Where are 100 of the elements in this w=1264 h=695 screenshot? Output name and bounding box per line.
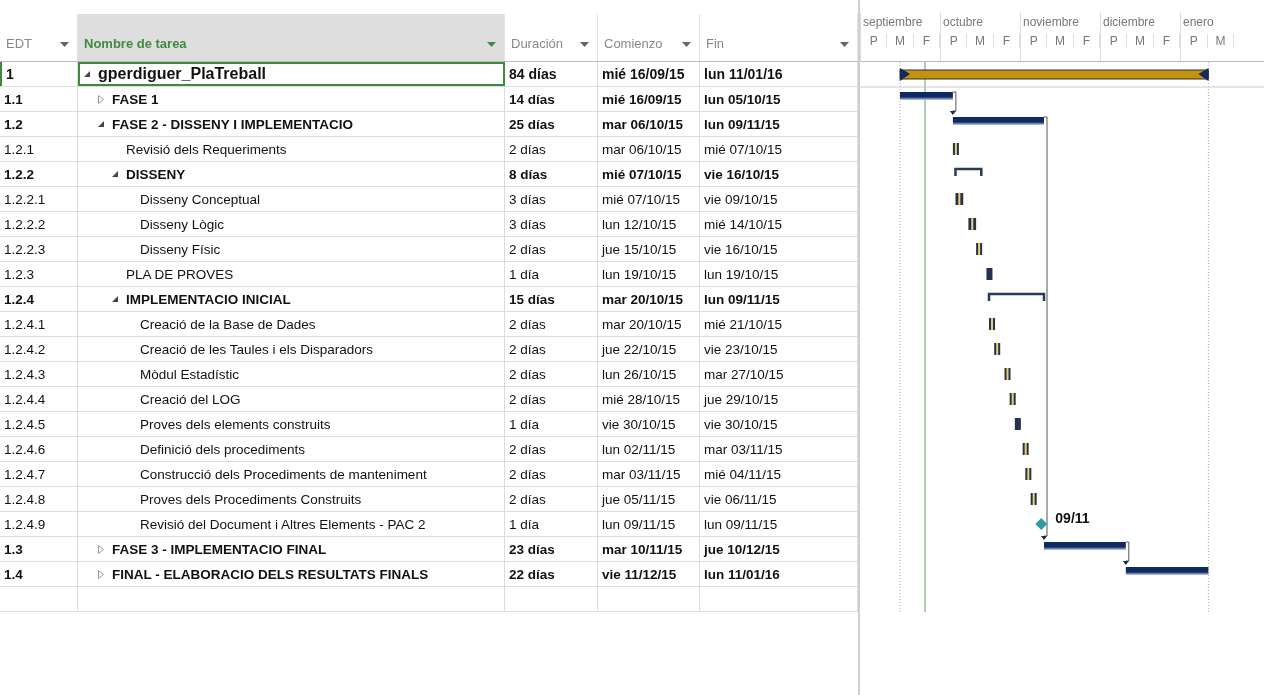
group-bracket[interactable] <box>987 292 1046 301</box>
period-label: M <box>1127 34 1154 48</box>
task-name-cell[interactable]: Proves dels elements construits <box>78 412 505 436</box>
group-bracket[interactable] <box>954 167 983 176</box>
table-cell: 8 días <box>505 162 598 186</box>
task-bar[interactable] <box>1009 393 1016 405</box>
milestone-diamond[interactable] <box>1035 518 1048 530</box>
table-cell: 1 día <box>505 412 598 436</box>
task-name-cell[interactable]: FASE 3 - IMPLEMENTACIO FINAL <box>78 537 505 561</box>
table-cell: 22 días <box>505 562 598 586</box>
task-name: Creació del LOG <box>140 391 241 407</box>
table-cell: mar 20/10/15 <box>598 287 700 311</box>
summary-bar[interactable] <box>1125 567 1209 575</box>
table-cell: lun 26/10/15 <box>598 362 700 386</box>
period-label: P <box>1021 34 1048 48</box>
table-cell: jue 05/11/15 <box>598 487 700 511</box>
task-name-cell[interactable]: Construcció dels Procediments de manteniment <box>78 462 505 486</box>
task-name: Mòdul Estadístic <box>140 366 240 382</box>
table-cell: 14 días <box>505 87 598 111</box>
task-name-cell[interactable]: Creació de les Taules i els Disparadors <box>78 337 505 361</box>
table-cell: 3 días <box>505 187 598 211</box>
task-name: gperdiguer_PlaTreball <box>98 65 267 83</box>
task-name-cell[interactable]: gperdiguer_PlaTreball <box>78 62 505 86</box>
task-name: Disseny Lògic <box>140 216 225 232</box>
task-name-cell[interactable]: Creació del LOG <box>78 387 505 411</box>
task-bar[interactable] <box>994 343 1001 355</box>
period-label: F <box>993 34 1020 48</box>
collapse-icon[interactable] <box>84 71 90 77</box>
period-label: P <box>941 34 968 48</box>
task-name-cell[interactable]: DISSENY <box>78 162 505 186</box>
column-header[interactable]: Duración <box>505 14 598 61</box>
table-cell: 23 días <box>505 537 598 561</box>
task-name-cell[interactable]: Disseny Físic <box>78 237 505 261</box>
summary-bar[interactable] <box>900 92 953 100</box>
task-name-cell[interactable]: FINAL - ELABORACIO DELS RESULTATS FINALS <box>78 562 505 586</box>
table-cell: 1.2.4.8 <box>0 487 78 511</box>
task-name-cell[interactable]: Disseny Lògic <box>78 212 505 236</box>
task-bar[interactable] <box>1004 368 1011 380</box>
table-cell: 2 días <box>505 137 598 161</box>
task-bar[interactable] <box>968 218 977 230</box>
dropdown-icon[interactable] <box>60 42 69 48</box>
table-cell: 1.2.4.1 <box>0 312 78 336</box>
task-name: IMPLEMENTACIO INICIAL <box>126 291 291 307</box>
summary-bar[interactable] <box>952 117 1044 125</box>
task-name-cell[interactable]: Disseny Conceptual <box>78 187 505 211</box>
task-bar[interactable] <box>952 143 959 155</box>
task-bar[interactable] <box>976 243 983 255</box>
dropdown-icon[interactable] <box>487 42 496 48</box>
task-name-cell[interactable]: Creació de la Base de Dades <box>78 312 505 336</box>
dropdown-icon[interactable] <box>682 42 691 48</box>
task-name-cell[interactable]: FASE 2 - DISSENY I IMPLEMENTACIO <box>78 112 505 136</box>
table-cell: 1.2.4.5 <box>0 412 78 436</box>
task-name-cell[interactable]: FASE 1 <box>78 87 505 111</box>
table-cell: lun 19/10/15 <box>598 262 700 286</box>
table-cell: 1.2.2.3 <box>0 237 78 261</box>
project-summary-bar[interactable] <box>899 68 1209 81</box>
task-name: Proves dels elements construits <box>140 416 331 432</box>
table-cell: 1.2.4.4 <box>0 387 78 411</box>
task-name: DISSENY <box>126 166 186 182</box>
task-name-cell[interactable]: Revisió dels Requeriments <box>78 137 505 161</box>
table-cell: 1.3 <box>0 537 78 561</box>
task-bar[interactable] <box>1022 443 1029 455</box>
connector-arrow <box>1122 541 1130 565</box>
table-cell: 25 días <box>505 112 598 136</box>
task-name-cell[interactable]: Definició dels procediments <box>78 437 505 461</box>
collapse-icon[interactable] <box>112 296 118 302</box>
table-cell: 1.4 <box>0 562 78 586</box>
expand-icon[interactable] <box>98 94 104 104</box>
task-bar[interactable] <box>986 268 993 280</box>
task-name: Creació de la Base de Dades <box>140 316 316 332</box>
task-bar[interactable] <box>1025 468 1032 480</box>
table-cell: mié 16/09/15 <box>598 62 700 86</box>
table-cell: 1 día <box>505 512 598 536</box>
task-bar[interactable] <box>989 318 996 330</box>
period-label: M <box>887 34 914 48</box>
collapse-icon[interactable] <box>112 171 118 177</box>
table-cell: lun 12/10/15 <box>598 212 700 236</box>
collapse-icon[interactable] <box>98 121 104 127</box>
task-name-cell[interactable]: IMPLEMENTACIO INICIAL <box>78 287 505 311</box>
task-name-cell[interactable]: Revisió del Document i Altres Elements - PAC 2 <box>78 512 505 536</box>
dropdown-icon[interactable] <box>840 42 849 48</box>
task-bar[interactable] <box>1030 493 1037 505</box>
dropdown-icon[interactable] <box>580 42 589 48</box>
task-name: Construcció dels Procediments de manteniment <box>140 466 427 482</box>
period-label: F <box>913 34 940 48</box>
task-name-cell[interactable]: Proves dels Procediments Construits <box>78 487 505 511</box>
column-header[interactable]: Comienzo <box>598 14 700 61</box>
table-cell: 2 días <box>505 362 598 386</box>
task-bar[interactable] <box>1014 418 1021 430</box>
period-label: P <box>1101 34 1128 48</box>
task-name: Revisió del Document i Altres Elements - PAC 2 <box>140 516 426 532</box>
table-cell: 1.2.2.2 <box>0 212 78 236</box>
task-name-cell[interactable]: PLA DE PROVES <box>78 262 505 286</box>
expand-icon[interactable] <box>98 569 104 579</box>
table-cell: mar 20/10/15 <box>598 312 700 336</box>
task-bar[interactable] <box>955 193 964 205</box>
task-name: FASE 3 - IMPLEMENTACIO FINAL <box>112 541 327 557</box>
summary-bar[interactable] <box>1044 542 1126 550</box>
task-name-cell[interactable]: Mòdul Estadístic <box>78 362 505 386</box>
expand-icon[interactable] <box>98 544 104 554</box>
